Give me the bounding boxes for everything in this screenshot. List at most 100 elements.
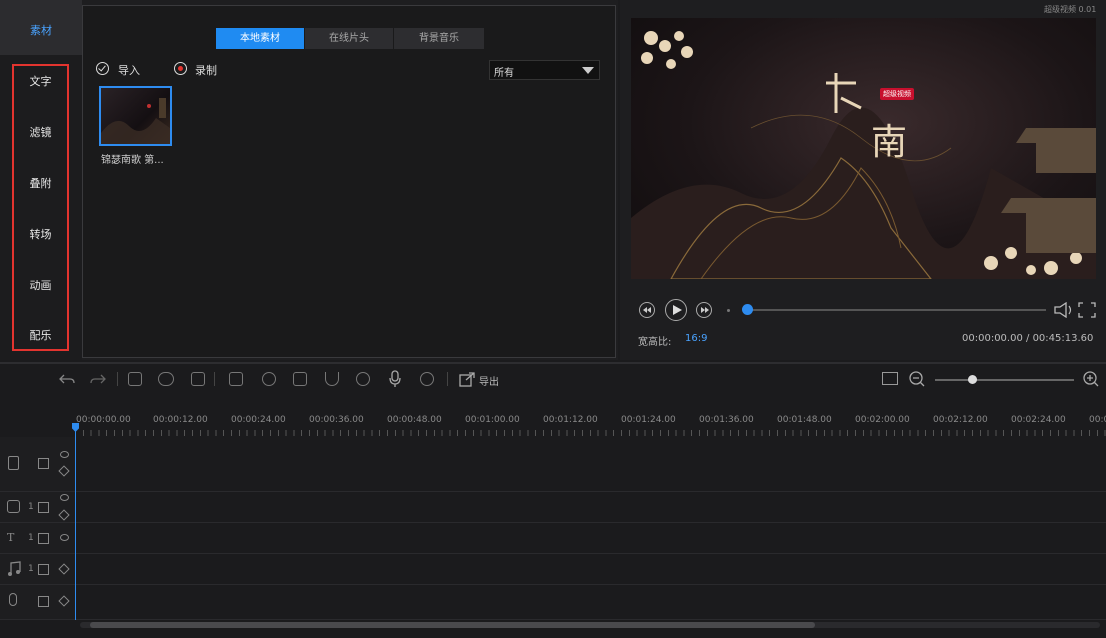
tab-background-music[interactable]: 背景音乐: [394, 28, 484, 49]
split-icon[interactable]: [158, 372, 174, 386]
eye-icon[interactable]: [60, 534, 69, 541]
sidebar-item-overlay[interactable]: 叠附: [14, 175, 67, 191]
microphone-icon[interactable]: [388, 370, 402, 388]
sidebar-item-music[interactable]: 配乐: [14, 327, 67, 343]
ruler-tick-label: 00:00:36.00: [309, 415, 364, 425]
ruler-tick-label: 00:02:00.00: [855, 415, 910, 425]
zoom-in-icon[interactable]: [1083, 371, 1099, 387]
media-filter-select[interactable]: 所有: [489, 60, 600, 80]
edit-icon[interactable]: [128, 372, 142, 386]
timeline-ruler[interactable]: [75, 430, 1106, 436]
media-clip-thumbnail[interactable]: [99, 86, 172, 146]
text-track-index: 1: [28, 533, 34, 543]
clip-preview-icon: [101, 98, 170, 144]
ruler-tick-label: 00:02:24.00: [1011, 415, 1066, 425]
lock-icon[interactable]: [38, 564, 49, 575]
toolbar-divider: [447, 372, 448, 386]
zoom-out-icon[interactable]: [909, 371, 925, 387]
track-row-text[interactable]: [0, 523, 1106, 554]
ruler-tick-label: 00:01:48.00: [777, 415, 832, 425]
lock-icon[interactable]: [38, 533, 49, 544]
ruler-tick-label: 00:01:24.00: [621, 415, 676, 425]
ruler-tick-label: 00:01:36.00: [699, 415, 754, 425]
color-icon[interactable]: [420, 372, 434, 386]
sidebar-item-transition[interactable]: 转场: [14, 226, 67, 242]
toolbar-divider: [214, 372, 215, 386]
sidebar-highlight-frame: [12, 64, 69, 351]
ruler-tick-label: 00:0: [1089, 415, 1106, 425]
music-track-index: 1: [28, 564, 34, 574]
seek-bar[interactable]: [748, 309, 1046, 311]
tab-local-media[interactable]: 本地素材: [216, 28, 304, 49]
lock-icon[interactable]: [38, 458, 49, 469]
sidebar-tab-materials[interactable]: 素材: [0, 0, 82, 55]
ruler-tick-label: 00:00:48.00: [387, 415, 442, 425]
overlay-track-icon: [7, 500, 20, 513]
rotate-icon[interactable]: [262, 372, 276, 386]
crop-icon[interactable]: [229, 372, 243, 386]
lock-icon[interactable]: [38, 596, 49, 607]
time-total: 00:45:13.60: [1032, 333, 1094, 344]
aspect-ratio-label: 宽高比:: [638, 337, 672, 348]
filter-selected-value: 所有: [494, 68, 514, 79]
video-track-icon: [8, 456, 19, 470]
play-icon: [673, 305, 682, 315]
time-current: 00:00:00.00: [962, 333, 1023, 344]
preview-badge: 超级视频: [880, 88, 914, 100]
zoom-slider-track[interactable]: [935, 379, 1074, 381]
ruler-tick-label: 00:00:24.00: [231, 415, 286, 425]
export-icon[interactable]: [459, 372, 475, 387]
sidebar-item-text[interactable]: 文字: [14, 73, 67, 89]
record-icon[interactable]: [174, 62, 187, 75]
magnet-icon[interactable]: [325, 372, 339, 386]
clip-caption: 锦瑟南歌 第...: [101, 155, 164, 166]
time-display: 00:00:00.00 / 00:45:13.60: [962, 333, 1094, 344]
ruler-tick-label: 00:02:12.00: [933, 415, 988, 425]
toolbar-divider: [117, 372, 118, 386]
overlay-track-index: 1: [28, 502, 34, 512]
eye-icon[interactable]: [60, 494, 69, 501]
text-track-icon: T: [7, 531, 15, 544]
record-button[interactable]: 录制: [195, 62, 217, 78]
music-track-icon: [8, 561, 21, 576]
next-frame-button[interactable]: [696, 302, 712, 318]
fit-timeline-icon[interactable]: [882, 372, 898, 385]
eye-icon[interactable]: [60, 451, 69, 458]
video-frame-artwork: [631, 31, 1096, 279]
prev-frame-button[interactable]: [639, 302, 655, 318]
rewind-icon: [643, 307, 651, 313]
zoom-slider-handle[interactable]: [968, 375, 977, 384]
video-preview[interactable]: 超级视频 南: [631, 18, 1096, 279]
aspect-ratio-value[interactable]: 16:9: [685, 333, 707, 344]
track-row-overlay[interactable]: [0, 492, 1106, 523]
fast-forward-icon: [701, 307, 709, 313]
fullscreen-icon[interactable]: [1078, 302, 1096, 318]
voice-track-icon: [9, 593, 17, 606]
seek-start-dot: [727, 309, 730, 312]
track-row-voice[interactable]: [0, 585, 1106, 620]
export-button[interactable]: 导出: [479, 373, 499, 388]
track-row-music[interactable]: [0, 554, 1106, 585]
mosaic-icon[interactable]: [293, 372, 307, 386]
import-icon[interactable]: [96, 62, 109, 75]
volume-icon[interactable]: [1053, 302, 1073, 318]
playhead-line[interactable]: [75, 425, 76, 620]
chevron-down-icon: [582, 67, 594, 74]
speed-icon[interactable]: [356, 372, 370, 386]
lock-icon[interactable]: [38, 502, 49, 513]
sidebar-top-label: 素材: [30, 24, 52, 37]
ruler-tick-label: 00:01:12.00: [543, 415, 598, 425]
corner-label: 超级视频 0.01: [1044, 5, 1097, 14]
delete-icon[interactable]: [191, 372, 205, 386]
seek-handle[interactable]: [742, 304, 753, 315]
sidebar-item-filter[interactable]: 滤镜: [14, 124, 67, 140]
undo-icon[interactable]: [59, 372, 75, 386]
redo-icon[interactable]: [90, 372, 106, 386]
play-button[interactable]: [665, 299, 687, 321]
media-library: [82, 5, 616, 358]
sidebar-item-animation[interactable]: 动画: [14, 277, 67, 293]
timeline-scrollbar-thumb[interactable]: [90, 622, 815, 628]
track-row-video[interactable]: [0, 437, 1106, 492]
tab-online-intro[interactable]: 在线片头: [305, 28, 393, 49]
import-button[interactable]: 导入: [118, 62, 140, 78]
